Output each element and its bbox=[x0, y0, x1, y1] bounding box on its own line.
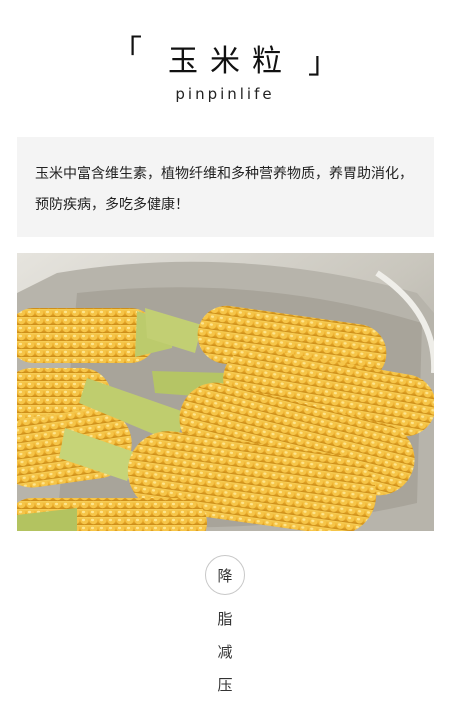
tag-char: 减 bbox=[217, 643, 233, 661]
title-row: 「 玉米粒 」 bbox=[0, 36, 450, 80]
corn-cob bbox=[17, 498, 207, 531]
corn-illustration bbox=[17, 253, 434, 531]
tag-char: 降 bbox=[217, 566, 233, 585]
corn-photo bbox=[17, 253, 434, 531]
tag-char: 脂 bbox=[217, 610, 233, 628]
tag-column: 降 脂 减 压 bbox=[0, 555, 450, 694]
tag-char: 压 bbox=[217, 676, 233, 694]
tag-circle: 降 bbox=[205, 555, 245, 595]
description-text: 玉米中富含维生素，植物纤维和多种营养物质，养胃助消化，预防疾病，多吃多健康！ bbox=[35, 166, 413, 213]
description-box: 玉米中富含维生素，植物纤维和多种营养物质，养胃助消化，预防疾病，多吃多健康！ bbox=[17, 137, 434, 237]
title-bracket-open: 「 bbox=[112, 34, 142, 69]
title-bracket-close: 」 bbox=[308, 46, 338, 81]
page-subtitle: pinpinlife bbox=[175, 85, 275, 103]
page-title: 玉米粒 bbox=[168, 44, 294, 79]
